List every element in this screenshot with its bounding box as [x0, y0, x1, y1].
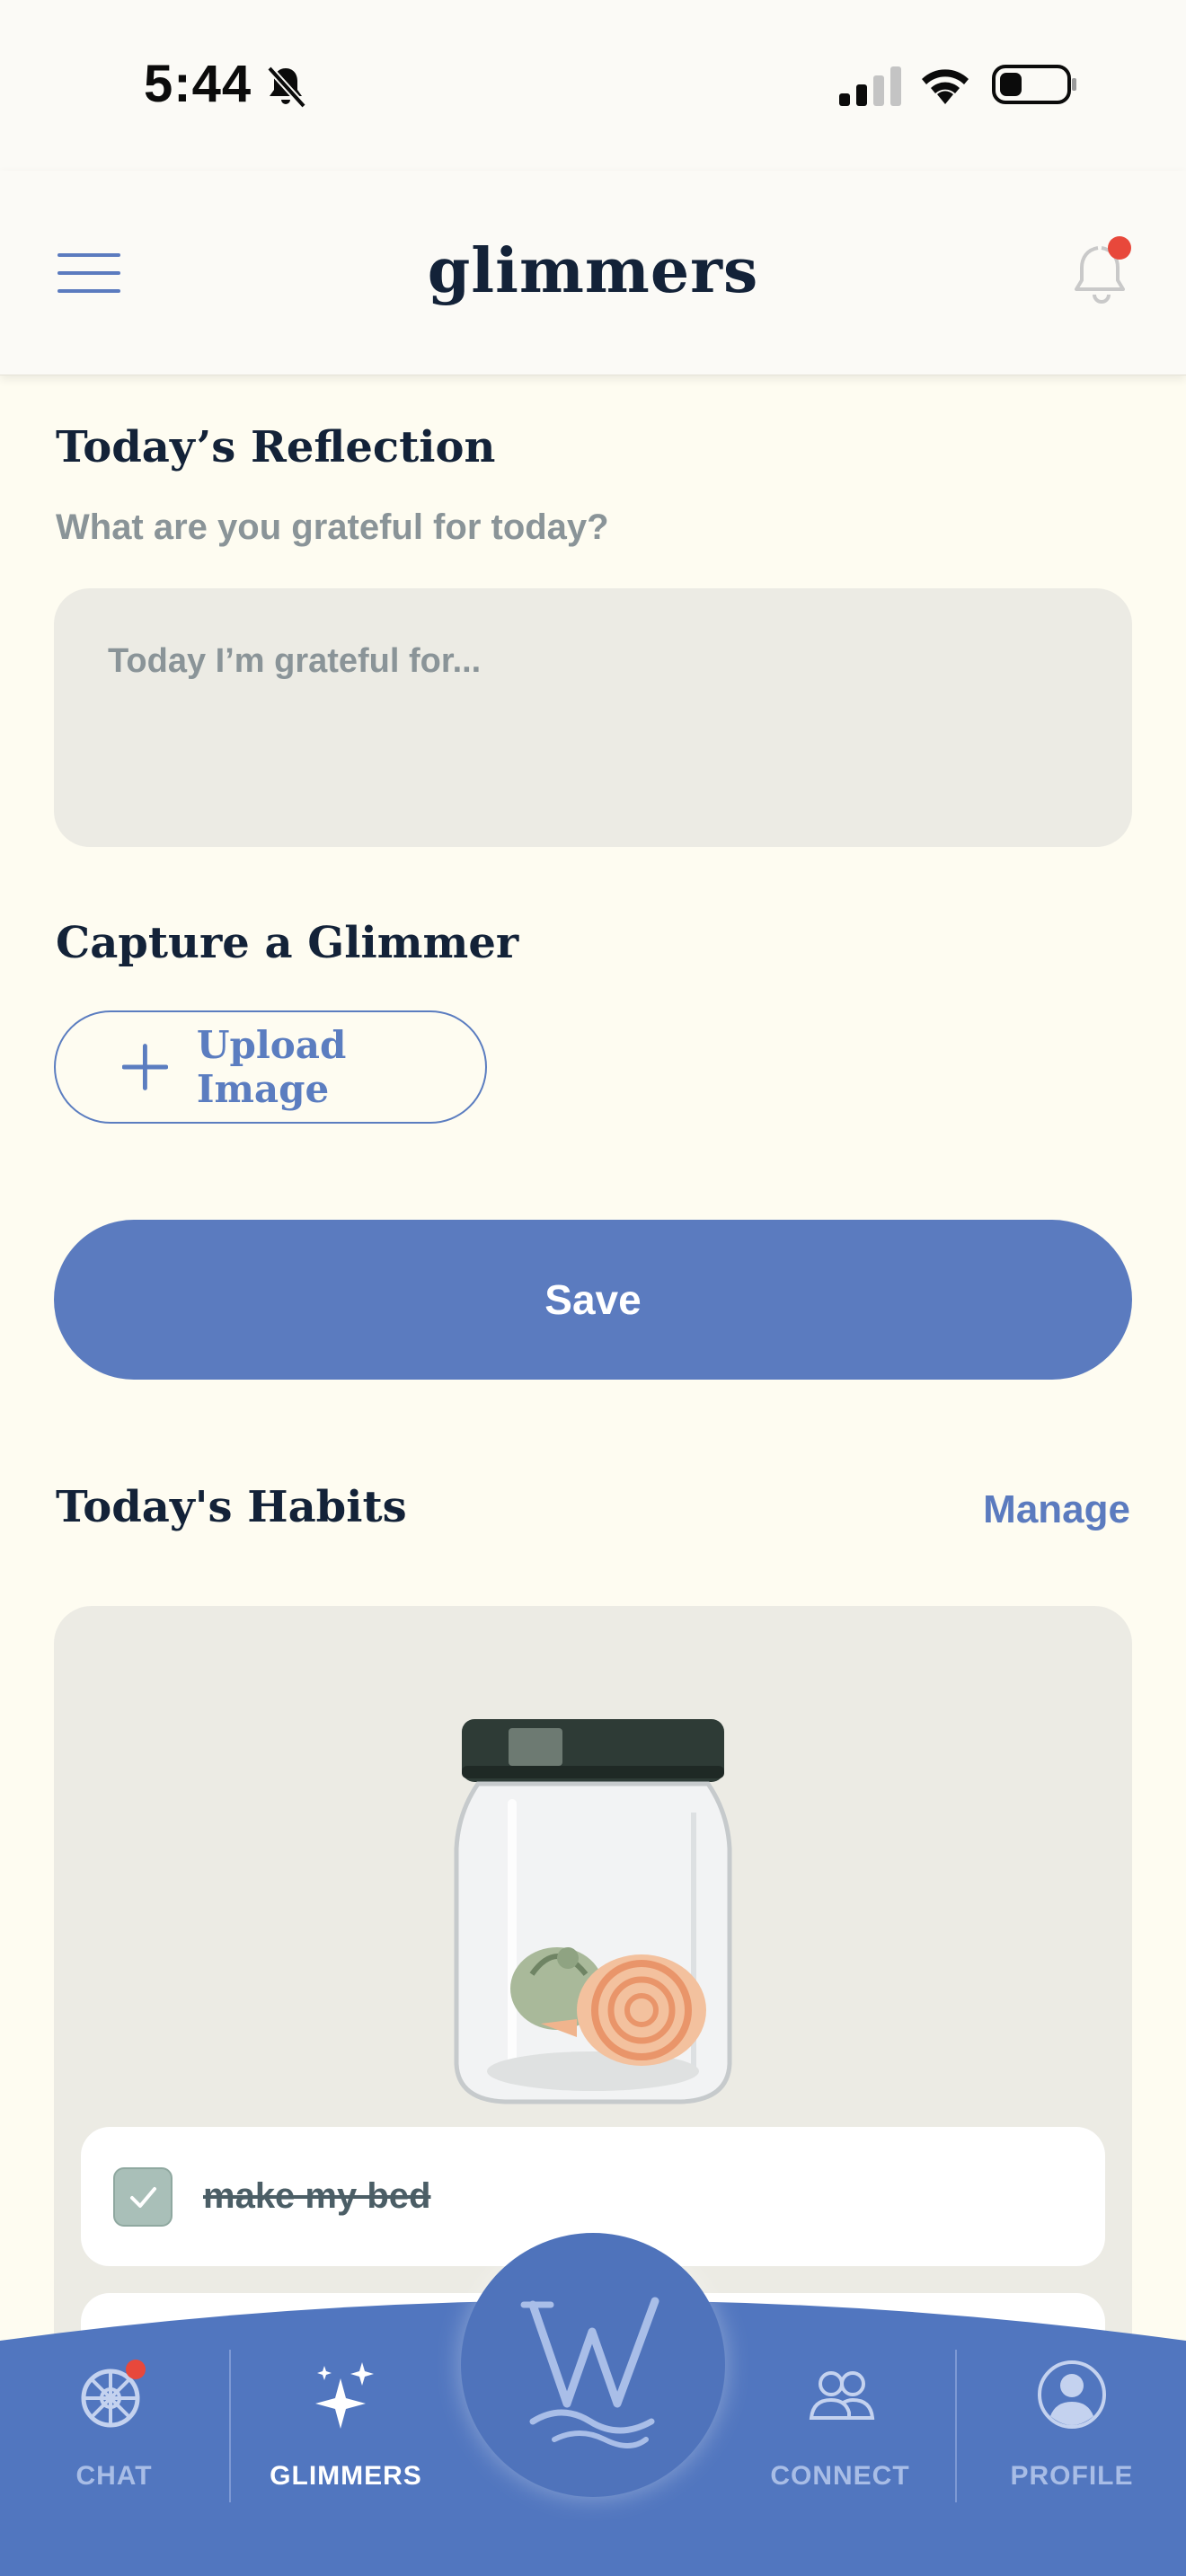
checkmark-icon: [130, 2186, 156, 2208]
glimmer-heading: Capture a Glimmer: [56, 918, 519, 968]
save-button[interactable]: Save: [54, 1220, 1132, 1380]
nav-connect-label: CONNECT: [770, 2461, 910, 2491]
upload-image-button[interactable]: Upload Image: [54, 1010, 487, 1124]
manage-habits-link[interactable]: Manage: [983, 1487, 1130, 1532]
nav-glimmers[interactable]: GLIMMERS: [238, 2278, 454, 2576]
upload-image-label: Upload Image: [196, 1023, 347, 1111]
nav-chat[interactable]: CHAT: [6, 2278, 222, 2576]
nav-home-button[interactable]: [461, 2233, 725, 2497]
reflection-subtitle: What are you grateful for today?: [56, 507, 609, 547]
nav-glimmers-label: GLIMMERS: [270, 2461, 422, 2491]
wifi-icon: [922, 69, 969, 104]
profile-icon: [1038, 2360, 1106, 2429]
habit-checkbox[interactable]: [113, 2166, 173, 2227]
battery-icon: [992, 65, 1076, 104]
nav-divider: [955, 2350, 957, 2502]
notification-badge: [1108, 236, 1131, 260]
nav-divider: [229, 2350, 231, 2502]
plus-icon: [122, 1044, 168, 1090]
seashell-jar-image: [454, 1719, 732, 2104]
habit-label: make my bed: [203, 2176, 431, 2216]
bell-slash-icon: [267, 66, 306, 109]
nav-connect[interactable]: CONNECT: [732, 2278, 948, 2576]
w-logo-icon: [520, 2297, 659, 2448]
people-icon: [809, 2371, 875, 2420]
notification-bell-icon[interactable]: [1071, 235, 1136, 307]
status-time: 5:44: [144, 55, 252, 113]
chat-badge: [126, 2360, 146, 2379]
reflection-input[interactable]: [54, 588, 1132, 847]
page-title: glimmers: [427, 235, 759, 307]
app-header: glimmers: [0, 171, 1186, 375]
chat-wheel-icon: [81, 2360, 146, 2428]
nav-chat-label: CHAT: [75, 2461, 153, 2491]
habits-heading: Today's Habits: [56, 1482, 407, 1532]
sparkles-icon: [315, 2362, 374, 2429]
status-bar: 5:44: [0, 0, 1186, 171]
signal-icon: [839, 66, 901, 106]
bottom-nav: CHAT GLIMMERS CONNECT PROFILE: [0, 2233, 1186, 2576]
nav-profile[interactable]: PROFILE: [964, 2278, 1180, 2576]
reflection-heading: Today’s Reflection: [56, 422, 496, 472]
nav-profile-label: PROFILE: [1010, 2461, 1134, 2491]
